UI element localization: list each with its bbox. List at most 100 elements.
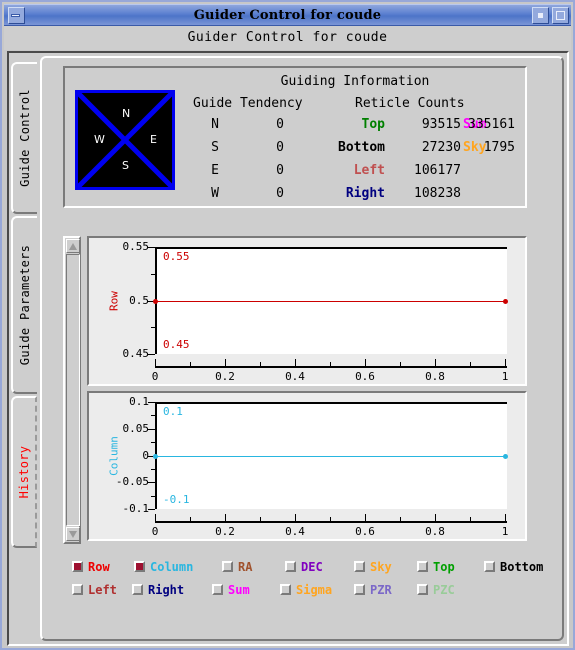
reticle-label: Bottom [338,140,385,155]
checkbox-icon[interactable] [212,584,223,595]
legend-checkbox-column[interactable]: Column [134,558,193,574]
legend-checkbox-pzc[interactable]: PZC [417,581,455,597]
checkbox-icon[interactable] [354,584,365,595]
x-tick-mark [155,359,156,366]
y-minor-tick-mark [151,468,155,470]
tab-guide-parameters[interactable]: Guide Parameters [11,216,37,394]
restore-icon[interactable] [532,7,549,24]
x-tick-mark [295,359,296,366]
scroll-down-arrow-icon[interactable] [66,527,80,541]
y-minor-tick-mark [151,327,155,329]
data-point [503,453,508,459]
extra-count-value: 335161 [468,117,515,132]
extra-count-value: 1795 [483,140,515,155]
x-tick-label: 0.2 [215,525,235,538]
checkbox-icon[interactable] [132,584,143,595]
legend-checkbox-sum[interactable]: Sum [212,581,250,597]
y-tick-label: 0.55 [122,240,150,253]
guiding-information-panel: Guiding Information N S W E Guide Tenden… [63,66,527,208]
x-tick-mark [365,359,366,366]
x-minor-tick-mark [400,517,401,521]
y-tick-label: 0.1 [129,395,149,408]
tendency-value: 0 [276,186,284,201]
checkbox-icon[interactable] [484,561,495,572]
y-tick-label: 0 [142,448,149,462]
chart-annotation: -0.1 [163,493,190,506]
chart-annotation: 0.45 [163,338,190,351]
y-minor-tick-mark [151,415,155,417]
legend-checkbox-top[interactable]: Top [417,558,455,574]
legend-checkbox-sigma[interactable]: Sigma [280,581,332,597]
legend-label: Left [88,582,117,597]
data-point [153,453,158,459]
tab-guide-control[interactable]: Guide Control [11,62,37,214]
tab-guide-parameters-label: Guide Parameters [18,244,32,366]
legend-label: Row [88,559,110,574]
tendency-direction: W [211,186,219,201]
x-axis [155,521,507,523]
scroll-up-arrow-icon[interactable] [66,239,80,253]
x-tick-mark [505,359,506,366]
x-tick-label: 0.4 [285,370,305,383]
tendency-value: 0 [276,117,284,132]
x-tick-label: 1 [501,525,509,538]
checkbox-icon[interactable] [417,561,428,572]
x-tick-label: 0 [151,370,159,383]
legend-label: Top [433,559,455,574]
x-tick-label: 0.6 [355,370,375,383]
x-tick-mark [505,514,506,521]
x-minor-tick-mark [470,362,471,366]
legend-checkbox-sky[interactable]: Sky [354,558,392,574]
checkbox-icon[interactable] [222,561,233,572]
charts-area: Row 0.55 0.5 0.45 0.55 0.45 0 0.2 0.4 0.6 0.8 1 Col… [63,236,527,548]
legend-checkbox-left[interactable]: Left [72,581,117,597]
y-tick-mark [148,354,155,355]
legend-checkbox-dec[interactable]: DEC [285,558,323,574]
scrollbar-track[interactable] [66,254,80,526]
checkbox-icon[interactable] [417,584,428,595]
legend-checkbox-pzr[interactable]: PZR [354,581,392,597]
legend-checkbox-ra[interactable]: RA [222,558,252,574]
reticle-counts-header: Reticle Counts [355,96,465,111]
data-point [153,298,158,304]
y-tick-label: 0.5 [129,293,149,307]
guiding-information-title: Guiding Information [280,74,430,89]
column-chart[interactable]: Column 0.1 0.05 0 -0.05 -0.1 0.1 -0.1 0 0.2 0.4 0.6… [87,391,527,541]
x-tick-mark [435,359,436,366]
checkbox-icon[interactable] [354,561,365,572]
tab-history[interactable]: History [11,396,37,548]
row-chart[interactable]: Row 0.55 0.5 0.45 0.55 0.45 0 0.2 0.4 0.6 0.8 1 [87,236,527,386]
legend-label: Sum [228,582,250,597]
checkbox-icon[interactable] [134,561,145,572]
chart-annotation: 0.1 [163,405,183,418]
x-tick-mark [365,514,366,521]
minimize-icon[interactable] [8,7,25,24]
reticle-label: Right [345,186,385,201]
series-legend: Row Column RA DEC Sky Top Bottom Left Right Sum Si… [72,558,543,610]
tendency-direction: E [211,163,219,178]
x-tick-label: 0.2 [215,370,235,383]
maximize-icon[interactable] [552,7,569,24]
compass-south-label: S [122,159,129,172]
checkbox-icon[interactable] [280,584,291,595]
y-tick-label: -0.05 [115,475,149,489]
legend-checkbox-row[interactable]: Row [72,558,110,574]
x-tick-label: 1 [501,370,509,383]
legend-checkbox-bottom[interactable]: Bottom [484,558,543,574]
x-tick-label: 0.4 [285,525,305,538]
tendency-value: 0 [276,140,284,155]
legend-checkbox-right[interactable]: Right [132,581,184,597]
checkbox-icon[interactable] [72,561,83,572]
legend-label: PZC [433,582,455,597]
x-tick-label: 0 [151,525,159,538]
tab-history-label: History [17,445,31,499]
y-tick-mark [148,247,155,248]
reticle-label: Top [361,117,385,132]
checkbox-icon[interactable] [72,584,83,595]
history-page: Guiding Information N S W E Guide Tenden… [40,56,564,641]
reticle-value: 108238 [414,186,461,201]
checkbox-icon[interactable] [285,561,296,572]
guide-tendency-header: Guide Tendency [193,96,303,111]
charts-scrollbar[interactable] [63,236,81,544]
x-minor-tick-mark [260,517,261,521]
